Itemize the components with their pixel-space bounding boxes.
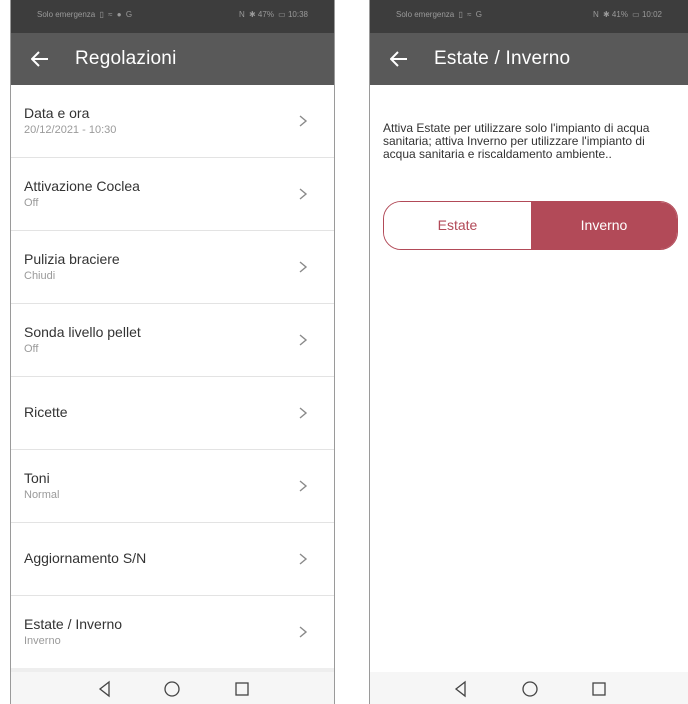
settings-item-value: Inverno (24, 635, 61, 647)
settings-item-ricette[interactable]: Ricette (11, 377, 334, 450)
chevron-right-icon (299, 626, 308, 638)
status-right: N ✱ 47% ▭ 10:38 (237, 10, 308, 19)
settings-item-value: Chiudi (24, 270, 56, 282)
recents-square-icon[interactable] (590, 680, 608, 698)
google-icon: G (125, 10, 133, 19)
settings-item-label: Sonda livello pellet (24, 324, 141, 340)
chevron-right-icon (299, 480, 308, 492)
nfc-icon: N (592, 10, 599, 19)
sim-icon: ▯ (99, 10, 104, 19)
google-icon: G (475, 10, 482, 19)
toggle-option-inverno[interactable]: Inverno (531, 202, 677, 249)
settings-item-value: Off (24, 197, 39, 209)
battery-percent: 41% (611, 10, 628, 19)
settings-list: Data e ora 20/12/2021 - 10:30 Attivazion… (11, 85, 334, 669)
settings-item-estate-inverno[interactable]: Estate / Inverno Inverno (11, 596, 334, 669)
settings-item-value: Normal (24, 489, 60, 501)
back-button[interactable] (384, 44, 414, 74)
status-time: 10:38 (287, 10, 308, 19)
settings-item-data-e-ora[interactable]: Data e ora 20/12/2021 - 10:30 (11, 85, 334, 158)
status-right: N ✱ 41% ▭ 10:02 (591, 10, 662, 19)
sim-icon: ▯ (458, 10, 463, 19)
recents-square-icon[interactable] (233, 680, 251, 698)
status-carrier: Solo emergenza ▯ ≈ ● G (37, 10, 132, 19)
status-bar: Solo emergenza ▯ ≈ G N ✱ 41% ▭ 10:02 (370, 0, 688, 33)
settings-item-label: Ricette (24, 404, 68, 420)
settings-item-label: Aggiornamento S/N (24, 550, 147, 566)
home-circle-icon[interactable] (521, 680, 539, 698)
notification-icon: ● (116, 10, 122, 19)
content-area (370, 85, 688, 672)
battery-percent: 47% (257, 10, 274, 19)
chevron-right-icon (299, 553, 308, 565)
status-carrier-text: Solo emergenza (37, 10, 96, 19)
status-bar: Solo emergenza ▯ ≈ ● G N ✱ 47% ▭ 10:38 (11, 0, 334, 33)
chevron-right-icon (299, 407, 308, 419)
status-carrier-text: Solo emergenza (396, 10, 455, 19)
settings-item-label: Estate / Inverno (24, 616, 123, 632)
chevron-right-icon (299, 115, 308, 127)
settings-item-attivazione-coclea[interactable]: Attivazione Coclea Off (11, 158, 334, 231)
status-time: 10:02 (641, 10, 662, 19)
phone-screen-regolazioni: Solo emergenza ▯ ≈ ● G N ✱ 47% ▭ 10:38 R… (10, 0, 335, 704)
back-triangle-icon[interactable] (452, 680, 470, 698)
page-title: Regolazioni (75, 48, 177, 69)
back-button[interactable] (25, 44, 55, 74)
nfc-icon: N (238, 10, 245, 19)
battery-icon: ▭ (632, 10, 640, 19)
settings-item-label: Data e ora (24, 105, 90, 121)
status-carrier: Solo emergenza ▯ ≈ G (396, 10, 482, 19)
chevron-right-icon (299, 261, 308, 273)
system-nav-bar (11, 672, 334, 704)
arrow-left-icon (30, 51, 48, 67)
settings-item-aggiornamento-sn[interactable]: Aggiornamento S/N (11, 523, 334, 596)
mode-description: Attiva Estate per utilizzare solo l'impi… (383, 121, 650, 161)
season-toggle: Estate Inverno (383, 201, 678, 250)
settings-item-label: Pulizia braciere (24, 251, 120, 267)
bluetooth-icon: ✱ (602, 10, 610, 19)
back-triangle-icon[interactable] (96, 680, 114, 698)
arrow-left-icon (389, 51, 407, 67)
settings-item-label: Attivazione Coclea (24, 178, 140, 194)
system-nav-bar (370, 672, 688, 704)
wifi-icon: ≈ (108, 10, 113, 19)
phone-screen-estate-inverno: Solo emergenza ▯ ≈ G N ✱ 41% ▭ 10:02 Est… (369, 0, 688, 704)
chevron-right-icon (299, 188, 308, 200)
settings-item-toni[interactable]: Toni Normal (11, 450, 334, 523)
chevron-right-icon (299, 334, 308, 346)
battery-icon: ▭ (278, 10, 286, 19)
wifi-icon: ≈ (467, 10, 472, 19)
settings-item-label: Toni (24, 470, 50, 486)
page-title: Estate / Inverno (434, 48, 571, 69)
settings-item-pulizia-braciere[interactable]: Pulizia braciere Chiudi (11, 231, 334, 304)
settings-item-value: 20/12/2021 - 10:30 (24, 124, 117, 136)
bluetooth-icon: ✱ (248, 10, 256, 19)
app-bar: Regolazioni (11, 33, 334, 85)
toggle-option-estate[interactable]: Estate (384, 202, 531, 249)
settings-item-sonda-livello-pellet[interactable]: Sonda livello pellet Off (11, 304, 334, 377)
app-bar: Estate / Inverno (370, 33, 688, 85)
home-circle-icon[interactable] (163, 680, 181, 698)
settings-item-value: Off (24, 343, 39, 355)
